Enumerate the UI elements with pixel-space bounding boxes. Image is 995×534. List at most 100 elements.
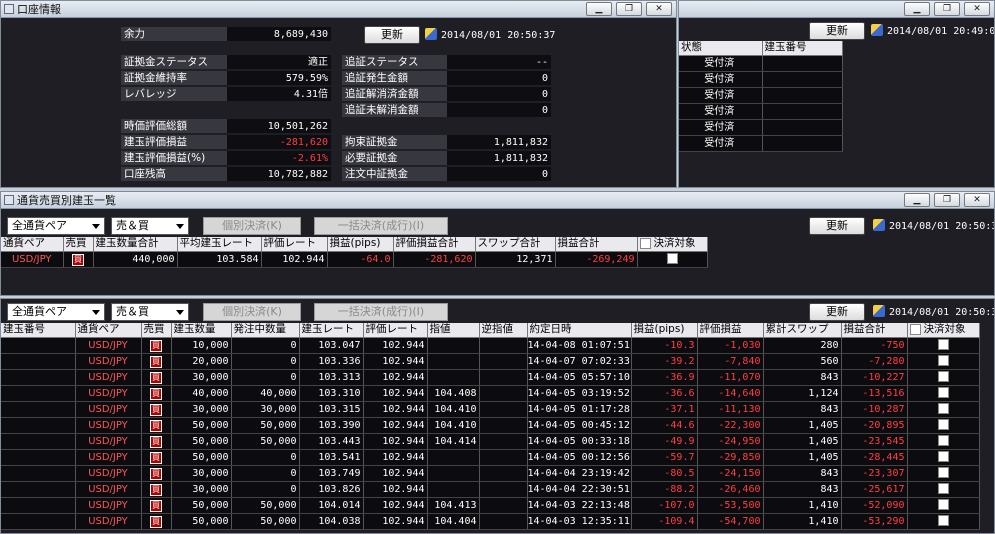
table-row[interactable]: USD/JPY 買 50,000 0 103.541 102.944 14-04-05 00… bbox=[1, 449, 980, 466]
select-all-checkbox[interactable] bbox=[909, 323, 921, 335]
date-cell: 14-04-04 23:19:42 bbox=[527, 465, 632, 482]
side-cell: 買 bbox=[141, 449, 172, 466]
column-header[interactable]: 評価レート bbox=[363, 323, 428, 338]
field-label: 口座残高 bbox=[121, 167, 227, 182]
column-header[interactable]: 通貨ペア bbox=[1, 237, 64, 252]
table-row[interactable]: 受付済 bbox=[679, 71, 843, 88]
settle-target-checkbox[interactable] bbox=[937, 387, 949, 398]
side-cell: 買 bbox=[141, 417, 172, 434]
table-row[interactable]: USD/JPY 買 50,000 50,000 104.014 102.944 104.41… bbox=[1, 497, 980, 514]
column-header[interactable]: 建玉数量合計 bbox=[93, 237, 178, 252]
settle-target-checkbox[interactable] bbox=[937, 355, 949, 366]
table-row[interactable]: 受付済 bbox=[679, 135, 843, 152]
table-row[interactable]: 受付済 bbox=[679, 119, 843, 136]
buy-badge: 買 bbox=[150, 435, 162, 448]
side-select[interactable]: 売＆買 bbox=[111, 217, 189, 235]
summary-titlebar[interactable]: 通貨売買別建玉一覧 ▁ ❐ ✕ bbox=[1, 192, 994, 209]
refresh-button[interactable]: 更新 bbox=[364, 26, 420, 44]
settle-target-checkbox[interactable] bbox=[937, 339, 949, 350]
position-id-cell bbox=[1, 369, 76, 386]
column-header[interactable]: 決済対象 bbox=[907, 323, 980, 338]
total-cell: -23,545 bbox=[841, 433, 908, 450]
column-header[interactable]: 建玉番号 bbox=[1, 323, 76, 338]
settle-target-checkbox[interactable] bbox=[937, 435, 949, 446]
bulk-settle-button[interactable]: 一括決済(成行)(I) bbox=[314, 303, 448, 321]
column-header[interactable]: 損益合計 bbox=[841, 323, 908, 338]
column-header[interactable]: 評価損益 bbox=[697, 323, 764, 338]
settle-target-checkbox[interactable] bbox=[937, 419, 949, 430]
table-row[interactable]: 受付済 bbox=[679, 55, 843, 72]
table-row[interactable]: USD/JPY 買 30,000 0 103.749 102.944 14-04-04 23… bbox=[1, 465, 980, 482]
table-row[interactable]: 受付済 bbox=[679, 103, 843, 120]
individual-settle-button[interactable]: 個別決済(K) bbox=[203, 217, 301, 235]
column-header[interactable]: 状態 bbox=[679, 41, 763, 56]
settle-target-checkbox[interactable] bbox=[937, 451, 949, 462]
table-row[interactable]: USD/JPY 買 50,000 50,000 103.443 102.944 104.41… bbox=[1, 433, 980, 450]
account-window-titlebar[interactable]: 口座情報 ▁ ❐ ✕ bbox=[1, 1, 676, 18]
column-header[interactable]: 評価レート bbox=[261, 237, 328, 252]
column-header[interactable]: 平均建玉レート bbox=[177, 237, 262, 252]
minimize-button[interactable]: ▁ bbox=[586, 2, 612, 16]
table-row[interactable]: USD/JPY 買 40,000 40,000 103.310 102.944 104.40… bbox=[1, 385, 980, 402]
minimize-button[interactable]: ▁ bbox=[904, 2, 930, 16]
close-button[interactable]: ✕ bbox=[964, 193, 990, 207]
status-cell: 受付済 bbox=[679, 135, 763, 152]
column-header[interactable]: 約定日時 bbox=[527, 323, 632, 338]
order-status-titlebar[interactable]: ▁ ❐ ✕ bbox=[679, 1, 994, 18]
table-row[interactable]: USD/JPY 買 50,000 50,000 104.038 102.944 104.40… bbox=[1, 513, 980, 530]
table-row[interactable]: USD/JPY 買 10,000 0 103.047 102.944 14-04-08 01… bbox=[1, 337, 980, 354]
restore-button[interactable]: ❐ bbox=[934, 193, 960, 207]
close-button[interactable]: ✕ bbox=[646, 2, 672, 16]
settle-target-cell bbox=[907, 481, 980, 498]
column-header[interactable]: 逆指値 bbox=[479, 323, 528, 338]
qty-cell: 50,000 bbox=[171, 513, 232, 530]
minimize-button[interactable]: ▁ bbox=[904, 193, 930, 207]
settle-target-checkbox[interactable] bbox=[937, 467, 949, 478]
settle-target-checkbox[interactable] bbox=[937, 403, 949, 414]
account-window: 口座情報 ▁ ❐ ✕ 余力 8,689,430 更新 2014/08/01 20… bbox=[0, 0, 677, 188]
refresh-button[interactable]: 更新 bbox=[809, 303, 865, 321]
column-header[interactable]: 通貨ペア bbox=[75, 323, 142, 338]
status-cell: 受付済 bbox=[679, 103, 763, 120]
settle-target-checkbox[interactable] bbox=[937, 371, 949, 382]
timestamp-text: 2014/08/01 20:49:03 bbox=[887, 26, 995, 37]
column-header[interactable]: 売買 bbox=[141, 323, 172, 338]
status-cell: 受付済 bbox=[679, 55, 763, 72]
select-all-checkbox[interactable] bbox=[639, 237, 651, 249]
refresh-button[interactable]: 更新 bbox=[809, 217, 865, 235]
table-row[interactable]: 受付済 bbox=[679, 87, 843, 104]
column-header[interactable]: 建玉番号 bbox=[762, 41, 843, 56]
column-header[interactable]: 評価損益合計 bbox=[393, 237, 476, 252]
column-header[interactable]: 建玉レート bbox=[299, 323, 364, 338]
column-header[interactable]: 指値 bbox=[427, 323, 480, 338]
column-header[interactable]: 建玉数量 bbox=[171, 323, 232, 338]
table-row[interactable]: USD/JPY 買 30,000 0 103.826 102.944 14-04-04 22… bbox=[1, 481, 980, 498]
column-header[interactable]: 売買 bbox=[63, 237, 94, 252]
settle-target-checkbox[interactable] bbox=[937, 499, 949, 510]
bulk-settle-button[interactable]: 一括決済(成行)(I) bbox=[314, 217, 448, 235]
settle-target-checkbox[interactable] bbox=[937, 515, 949, 526]
table-row[interactable]: USD/JPY 買 440,000 103.584 102.944 -64.0 … bbox=[1, 251, 708, 268]
side-select[interactable]: 売＆買 bbox=[111, 303, 189, 321]
restore-button[interactable]: ❐ bbox=[934, 2, 960, 16]
column-header[interactable]: 累計スワップ bbox=[763, 323, 842, 338]
individual-settle-button[interactable]: 個別決済(K) bbox=[203, 303, 301, 321]
table-row[interactable]: USD/JPY 買 50,000 50,000 103.390 102.944 104.41… bbox=[1, 417, 980, 434]
column-header[interactable]: 発注中数量 bbox=[231, 323, 300, 338]
close-button[interactable]: ✕ bbox=[964, 2, 990, 16]
settle-target-checkbox[interactable] bbox=[937, 483, 949, 494]
column-header[interactable]: 決済対象 bbox=[637, 237, 708, 252]
settle-target-checkbox[interactable] bbox=[666, 253, 678, 264]
settle-target-cell bbox=[907, 465, 980, 482]
column-header[interactable]: 損益(pips) bbox=[631, 323, 698, 338]
table-row[interactable]: USD/JPY 買 30,000 30,000 103.315 102.944 104.41… bbox=[1, 401, 980, 418]
refresh-button[interactable]: 更新 bbox=[809, 22, 865, 40]
currency-pair-select[interactable]: 全通貨ペア bbox=[7, 303, 105, 321]
table-row[interactable]: USD/JPY 買 20,000 0 103.336 102.944 14-04-07 07… bbox=[1, 353, 980, 370]
restore-button[interactable]: ❐ bbox=[616, 2, 642, 16]
column-header[interactable]: 損益(pips) bbox=[327, 237, 394, 252]
column-header[interactable]: スワップ合計 bbox=[475, 237, 556, 252]
table-row[interactable]: USD/JPY 買 30,000 0 103.313 102.944 14-04-05 05… bbox=[1, 369, 980, 386]
currency-pair-select[interactable]: 全通貨ペア bbox=[7, 217, 105, 235]
column-header[interactable]: 損益合計 bbox=[555, 237, 638, 252]
